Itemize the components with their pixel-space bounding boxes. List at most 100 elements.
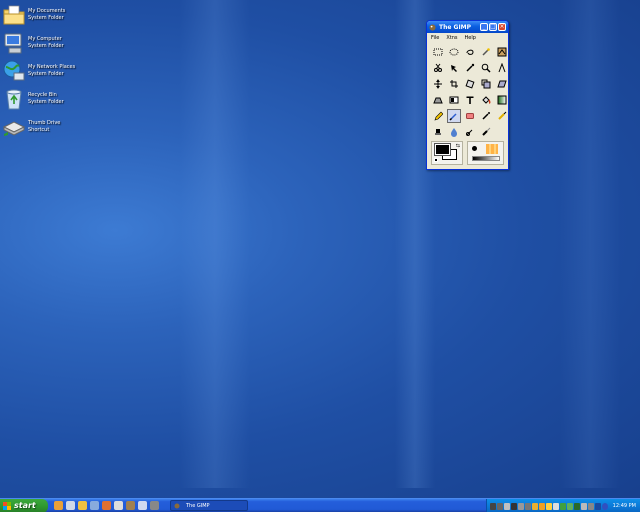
tray-icon[interactable] (518, 502, 524, 510)
pencil-icon (434, 111, 443, 121)
desktop-icon-thumb-drive[interactable]: Thumb Drive Shortcut (2, 115, 92, 139)
messenger-icon[interactable] (138, 501, 147, 510)
scale-tool[interactable] (479, 77, 493, 91)
bezier-select-tool[interactable] (495, 45, 509, 59)
tray-icon[interactable] (581, 502, 587, 510)
flip-tool[interactable] (447, 93, 461, 107)
desktop-icon-label: My Network Places (28, 64, 76, 70)
tray-icon[interactable] (546, 502, 552, 510)
gimp-icon[interactable] (126, 501, 135, 510)
color-picker-tool[interactable] (463, 61, 477, 75)
media-player-icon[interactable] (66, 501, 75, 510)
magnify-tool[interactable] (479, 61, 493, 75)
pattern-preview[interactable] (486, 144, 498, 154)
convolve-tool[interactable] (479, 125, 493, 139)
desktop-icon-sublabel: System Folder (28, 43, 64, 49)
brush-icon[interactable] (150, 501, 159, 510)
measure-tool[interactable] (495, 61, 509, 75)
taskbar-button-the-gimp[interactable]: The GIMP (170, 500, 248, 511)
gradient-preview[interactable] (472, 156, 500, 161)
tray-icon[interactable] (602, 502, 608, 510)
close-button[interactable]: × (498, 23, 506, 31)
fg-bg-color-selector[interactable]: ⇆ (431, 141, 463, 165)
tray-icon[interactable] (560, 502, 566, 510)
blend-tool[interactable] (495, 93, 509, 107)
clone-tool[interactable] (431, 125, 445, 139)
network-icon[interactable] (102, 501, 111, 510)
folder-documents-icon (3, 5, 25, 25)
brush-preview[interactable] (472, 146, 477, 151)
bucket-fill-tool[interactable] (479, 93, 493, 107)
desktop-icon-sublabel: System Folder (28, 71, 64, 77)
move-tool[interactable] (447, 61, 461, 75)
smudge-tool[interactable] (447, 125, 461, 139)
text-icon (466, 96, 474, 104)
desktop-icon-my-computer[interactable]: My Computer System Folder (2, 31, 92, 55)
tool-grid (427, 43, 508, 141)
intelligent-scissors-icon (434, 63, 442, 72)
wallpaper-streak (560, 0, 620, 488)
system-tray: 12:49 PM (486, 499, 640, 512)
menu-xtns[interactable]: Xtns (446, 35, 457, 41)
move-icon (451, 65, 457, 72)
computer-icon (4, 33, 22, 54)
folder-icon[interactable] (78, 501, 87, 510)
transform-tool[interactable] (431, 77, 445, 91)
menubar: File Xtns Help (427, 33, 508, 43)
drive-icon (2, 121, 26, 136)
desktop-icon-sublabel: System Folder (28, 99, 64, 105)
scissors-tool[interactable] (431, 61, 445, 75)
minimize-button[interactable]: _ (480, 23, 488, 31)
menu-help[interactable]: Help (465, 35, 476, 41)
fuzzy-select-tool[interactable] (479, 45, 493, 59)
tray-icon[interactable] (588, 502, 594, 510)
windows-logo-icon (3, 501, 11, 510)
window-titlebar[interactable]: The GIMP _ □ × (427, 21, 508, 33)
airbrush-tool[interactable] (479, 109, 493, 123)
rotate-tool[interactable] (463, 77, 477, 91)
tray-icon[interactable] (497, 502, 503, 510)
start-button[interactable]: start (0, 498, 48, 512)
desktop-icon-my-network-places[interactable]: My Network Places System Folder (2, 59, 92, 83)
free-select-tool[interactable] (463, 45, 477, 59)
tray-icon[interactable] (539, 502, 545, 510)
tray-icon[interactable] (525, 502, 531, 510)
eraser-tool[interactable] (463, 109, 477, 123)
desktop-icon-my-documents[interactable]: My Documents System Folder (2, 3, 92, 27)
tray-icon[interactable] (553, 502, 559, 510)
menu-file[interactable]: File (431, 35, 439, 41)
clock[interactable]: 12:49 PM (613, 503, 636, 509)
dodge-burn-tool[interactable] (463, 125, 477, 139)
desktop-icon-recycle-bin[interactable]: Recycle Bin System Folder (2, 87, 92, 111)
paint-icon[interactable] (90, 501, 99, 510)
perspective-tool[interactable] (431, 93, 445, 107)
convolve-icon (482, 127, 491, 136)
ie-icon[interactable] (54, 501, 63, 510)
foreground-color-swatch[interactable] (434, 143, 451, 156)
maximize-button[interactable]: □ (489, 23, 497, 31)
text-tool[interactable] (463, 93, 477, 107)
pencil-tool[interactable] (431, 109, 445, 123)
ellipse-select-tool[interactable] (447, 45, 461, 59)
tray-icon[interactable] (511, 502, 517, 510)
tray-icon[interactable] (490, 502, 496, 510)
ink-tool[interactable] (495, 109, 509, 123)
shear-tool[interactable] (495, 77, 509, 91)
bucket-fill-icon (482, 96, 491, 104)
tray-icon[interactable] (574, 502, 580, 510)
desktop-icon-sublabel: System Folder (28, 15, 64, 21)
measure-icon (498, 63, 506, 73)
default-colors-icon[interactable] (434, 158, 438, 162)
rect-select-tool[interactable] (431, 45, 445, 59)
tray-icon[interactable] (595, 502, 601, 510)
tool-icon[interactable] (114, 501, 123, 510)
quick-launch (48, 501, 162, 510)
crop-tool[interactable] (447, 77, 461, 91)
gimp-toolbox-window[interactable]: The GIMP _ □ × File Xtns Help ⇆ (426, 20, 509, 170)
smudge-icon (451, 128, 457, 137)
swap-colors-icon[interactable]: ⇆ (456, 143, 460, 149)
tray-icon[interactable] (532, 502, 538, 510)
tray-icon[interactable] (504, 502, 510, 510)
paintbrush-tool[interactable] (447, 109, 461, 123)
tray-icon[interactable] (567, 502, 573, 510)
